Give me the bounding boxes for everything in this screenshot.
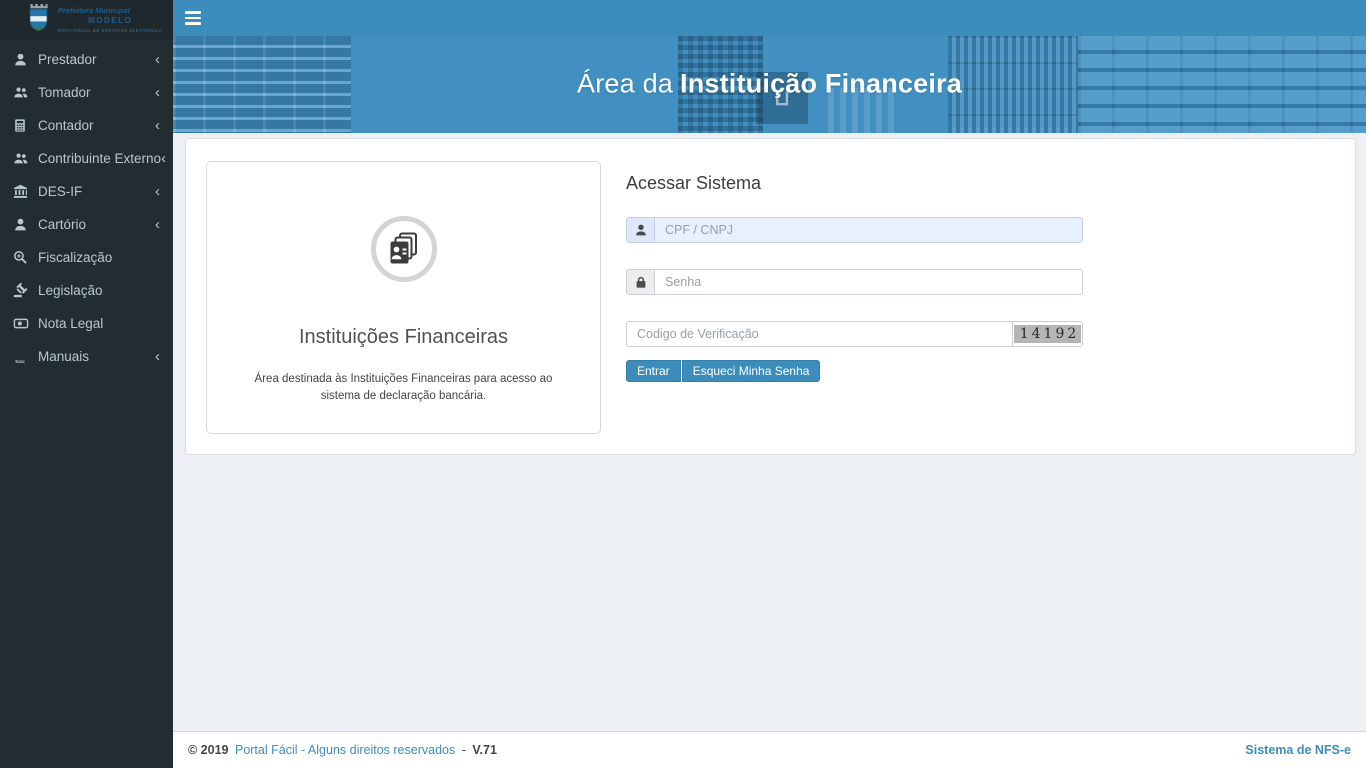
page-title: Área da Instituição Financeira — [173, 68, 1366, 99]
page-title-regular: Área da — [577, 67, 673, 98]
bank-icon — [13, 184, 32, 199]
gavel-icon — [13, 283, 32, 298]
sidebar-item-label: Tomador — [38, 85, 91, 100]
sidebar-item-nota-legal[interactable]: Nota Legal — [0, 307, 173, 340]
sidebar-item-legislacao[interactable]: Legislação — [0, 274, 173, 307]
user-icon — [13, 52, 32, 67]
sidebar-item-label: Legislação — [38, 283, 103, 298]
esqueci-minha-senha-button[interactable]: Esqueci Minha Senha — [681, 360, 821, 382]
users-icon — [13, 151, 32, 166]
captcha-image-box: 14192 — [1013, 321, 1083, 347]
captcha-row: 14192 — [626, 321, 1083, 347]
chevron-left-icon: ‹ — [155, 84, 160, 101]
sidebar-item-label: Contribuinte Externo — [38, 151, 162, 166]
copyright-year: © 2019 — [188, 743, 229, 757]
money-bill-icon — [13, 316, 32, 331]
sidebar-item-label: Manuais — [38, 349, 90, 364]
sidebar-item-label: Cartório — [38, 217, 87, 232]
sidebar-item-cartorio[interactable]: Cartório ‹ — [0, 208, 173, 241]
sidebar-item-prestador[interactable]: Prestador ‹ — [0, 43, 173, 76]
entrar-button[interactable]: Entrar — [626, 360, 681, 382]
sidebar-item-contador[interactable]: Contador ‹ — [0, 109, 173, 142]
sidebar-item-label: DES-IF — [38, 184, 83, 199]
sidebar-item-label: Prestador — [38, 52, 97, 67]
version-label: V.71 — [472, 743, 497, 757]
captcha-input[interactable] — [626, 321, 1013, 347]
cpf-cnpj-row — [626, 217, 1083, 243]
logo-tagline: NOTA FISCAL DE SERVIÇOS ELETRÔNICA — [58, 27, 163, 33]
chevron-left-icon: ‹ — [155, 117, 160, 134]
senha-input[interactable] — [654, 269, 1083, 295]
chevron-left-icon: ‹ — [155, 183, 160, 200]
content-area: Instituições Financeiras Área destinada … — [173, 133, 1366, 731]
chevron-left-icon: ‹ — [161, 150, 167, 167]
logo-subtitle: MODELO — [88, 15, 133, 25]
captcha-image: 14192 — [1013, 325, 1082, 343]
search-plus-icon — [13, 250, 32, 265]
login-heading: Acessar Sistema — [626, 173, 762, 193]
institution-info-card: Instituições Financeiras Área destinada … — [206, 161, 601, 434]
footer-copyright: © 2019 Portal Fácil - Alguns direitos re… — [188, 743, 500, 757]
chevron-left-icon: ‹ — [155, 348, 160, 365]
top-navbar — [173, 0, 1366, 36]
sidebar-item-contribuinte-externo[interactable]: Contribuinte Externo ‹ — [0, 142, 173, 175]
book-icon — [13, 349, 32, 364]
sidebar-item-label: Fiscalização — [38, 250, 113, 265]
chevron-left-icon: ‹ — [155, 51, 160, 68]
sidebar-item-des-if[interactable]: DES-IF ‹ — [0, 175, 173, 208]
municipality-logo: Prefeitura Municipal MODELO NOTA FISCAL … — [0, 0, 173, 40]
sidebar: Prefeitura Municipal MODELO NOTA FISCAL … — [0, 0, 173, 768]
portal-facil-link[interactable]: Portal Fácil - Alguns direitos reservado… — [235, 743, 455, 757]
lock-icon — [626, 269, 654, 295]
logo-title: Prefeitura Municipal — [58, 6, 130, 15]
main-area: ⊔ Área da Instituição Financeira Institu… — [173, 0, 1366, 768]
calculator-icon — [13, 118, 32, 133]
senha-row — [626, 269, 1083, 295]
system-name-label: Sistema de NFS-e — [1245, 743, 1351, 757]
chevron-left-icon: ‹ — [155, 216, 160, 233]
page-header-banner: ⊔ Área da Instituição Financeira — [173, 36, 1366, 133]
sidebar-item-manuais[interactable]: Manuais ‹ — [0, 340, 173, 373]
sidebar-item-fiscalizacao[interactable]: Fiscalização — [0, 241, 173, 274]
user-icon — [13, 217, 32, 232]
footer: © 2019 Portal Fácil - Alguns direitos re… — [173, 731, 1366, 768]
user-icon — [626, 217, 654, 243]
info-card-description: Área destinada às Instituições Financeir… — [254, 373, 553, 403]
sidebar-item-label: Contador — [38, 118, 94, 133]
login-buttons: Entrar Esqueci Minha Senha — [626, 360, 1083, 382]
sidebar-item-tomador[interactable]: Tomador ‹ — [0, 76, 173, 109]
page-title-bold: Instituição Financeira — [680, 67, 962, 98]
login-form: Acessar Sistema 14192 — [626, 161, 1083, 432]
hamburger-menu-icon[interactable] — [185, 9, 201, 28]
users-icon — [13, 85, 32, 100]
info-card-title: Instituições Financeiras — [299, 326, 508, 348]
login-panel: Instituições Financeiras Área destinada … — [185, 138, 1356, 455]
id-cards-icon — [370, 216, 437, 282]
sidebar-menu: Prestador ‹ Tomador ‹ Contador ‹ Contrib… — [0, 40, 173, 373]
coat-of-arms-icon — [29, 3, 48, 32]
footer-separator: - — [461, 743, 466, 757]
cpf-cnpj-input[interactable] — [654, 217, 1083, 243]
sidebar-item-label: Nota Legal — [38, 316, 104, 331]
